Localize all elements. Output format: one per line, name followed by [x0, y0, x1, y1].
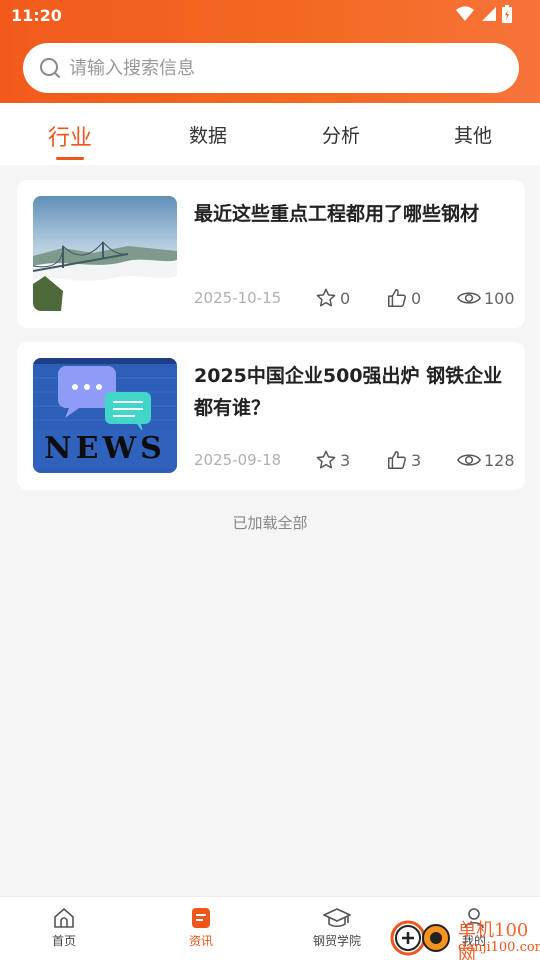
eye-icon [457, 454, 481, 466]
bridge-clouds-image [33, 196, 177, 311]
tab-other[interactable]: 其他 [406, 103, 540, 165]
category-tabs: 行业 数据 分析 其他 [0, 103, 540, 165]
view-count-item: 128 [457, 449, 515, 471]
home-icon [54, 908, 74, 928]
favorite-button[interactable]: 0 [315, 287, 350, 309]
news-graphic-image: NEWS [33, 358, 177, 473]
nav-news-label: 资讯 [189, 934, 214, 948]
nav-news[interactable]: 资讯 [189, 907, 213, 949]
news-icon [192, 908, 210, 928]
like-button[interactable]: 0 [386, 287, 421, 309]
signal-icon [482, 7, 496, 21]
status-icons [456, 5, 512, 23]
star-icon [316, 450, 336, 469]
search-bar[interactable] [23, 43, 519, 93]
tab-analysis[interactable]: 分析 [276, 103, 406, 165]
header: 11:20 [0, 0, 540, 103]
nav-home[interactable]: 首页 [52, 907, 76, 949]
like-button[interactable]: 3 [386, 449, 421, 471]
like-count: 3 [411, 450, 422, 470]
tab-data[interactable]: 数据 [140, 103, 276, 165]
article-thumbnail [33, 196, 177, 311]
status-time: 11:20 [11, 6, 62, 25]
article-date: 2025-10-15 [194, 289, 282, 307]
view-count: 100 [484, 288, 515, 308]
favorite-count: 0 [340, 288, 351, 308]
article-title: 2025中国企业500强出炉 钢铁企业都有谁？ [194, 365, 503, 419]
star-icon [316, 288, 336, 307]
article-card[interactable]: 最近这些重点工程都用了哪些钢材 2025-10-15 0 0 100 [17, 180, 525, 328]
tab-industry[interactable]: 行业 [0, 103, 140, 165]
graduation-cap-icon [323, 908, 351, 928]
article-meta: 2025-10-15 0 0 100 [194, 287, 515, 311]
thumbs-up-icon [388, 451, 406, 469]
view-count-item: 100 [457, 287, 515, 309]
search-icon [40, 58, 60, 78]
nav-academy[interactable]: 钢贸学院 [313, 907, 361, 949]
eye-icon [457, 292, 481, 304]
nav-academy-label: 钢贸学院 [313, 934, 362, 948]
battery-icon [502, 5, 512, 23]
watermark-logo-icon [390, 920, 450, 956]
search-input[interactable] [69, 57, 489, 79]
article-date: 2025-09-18 [194, 451, 282, 469]
news-text: NEWS [44, 431, 166, 466]
article-title: 最近这些重点工程都用了哪些钢材 [194, 203, 480, 225]
view-count: 128 [484, 450, 515, 470]
like-count: 0 [411, 288, 422, 308]
favorite-count: 3 [340, 450, 351, 470]
watermark: 单机100网 danji100.com [388, 912, 540, 960]
status-bar: 11:20 [0, 0, 540, 32]
watermark-url: danji100.com [458, 940, 540, 955]
list-end-text: 已加载全部 [232, 514, 308, 532]
thumbs-up-icon [388, 289, 406, 307]
nav-home-label: 首页 [52, 934, 77, 948]
article-card[interactable]: NEWS 2025中国企业500强出炉 钢铁企业都有谁？ 2025-09-18 … [17, 342, 525, 490]
wifi-icon [456, 6, 474, 22]
favorite-button[interactable]: 3 [315, 449, 350, 471]
article-meta: 2025-09-18 3 3 128 [194, 449, 515, 473]
article-thumbnail: NEWS [33, 358, 177, 473]
